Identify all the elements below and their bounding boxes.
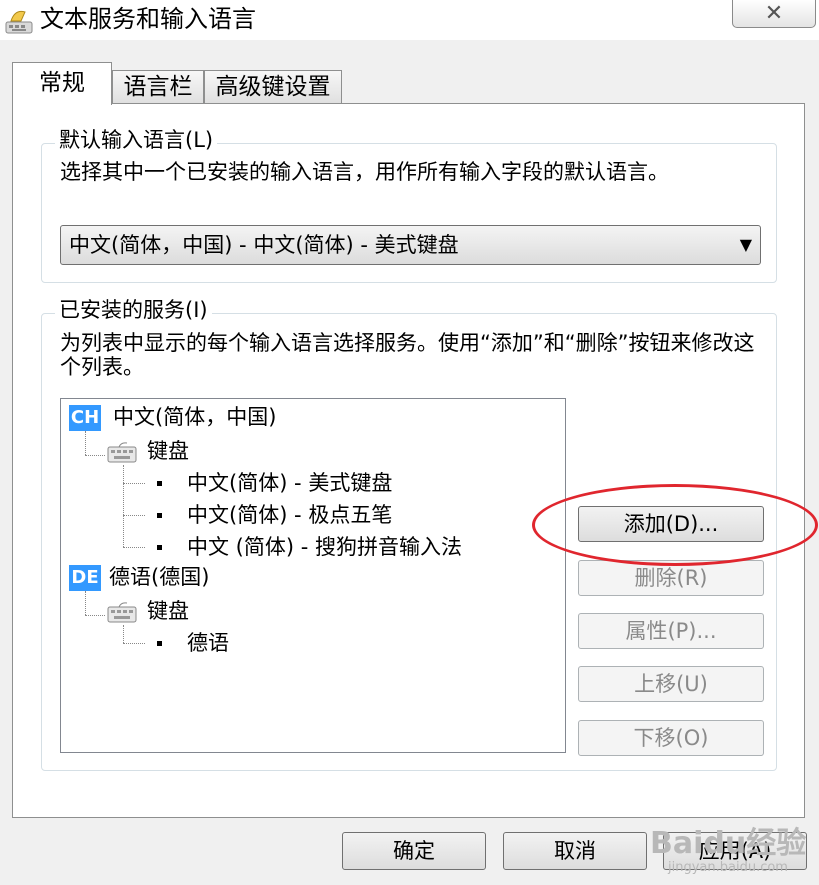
tree-connector bbox=[123, 547, 145, 548]
language-badge-de: DE bbox=[69, 565, 101, 591]
close-button[interactable]: ✕ bbox=[732, 0, 816, 28]
bullet-icon bbox=[157, 481, 162, 486]
default-language-description: 选择其中一个已安装的输入语言，用作所有输入字段的默认语言。 bbox=[60, 160, 669, 184]
ok-button[interactable]: 确定 bbox=[342, 832, 486, 870]
tab-general[interactable]: 常规 bbox=[12, 62, 112, 105]
cancel-button[interactable]: 取消 bbox=[503, 832, 647, 870]
tree-connector bbox=[85, 591, 86, 615]
default-language-select[interactable]: 中文(简体，中国) - 中文(简体) - 美式键盘 ▼ bbox=[60, 225, 761, 265]
tree-item-us-keyboard[interactable]: 中文(简体) - 美式键盘 bbox=[187, 469, 392, 497]
tree-node-chinese[interactable]: 中文(简体，中国) bbox=[113, 403, 276, 431]
tree-item-german[interactable]: 德语 bbox=[187, 629, 229, 657]
bullet-icon bbox=[157, 513, 162, 518]
keyboard-app-icon bbox=[3, 6, 35, 36]
watermark-logo: Baidu经验 bbox=[650, 826, 807, 861]
installed-services-description: 为列表中显示的每个输入语言选择服务。使用“添加”和“删除”按钮来修改这个列表。 bbox=[60, 331, 755, 379]
move-down-button[interactable]: 下移(O) bbox=[578, 720, 764, 756]
dropdown-arrow-icon: ▼ bbox=[739, 235, 752, 254]
tree-connector bbox=[85, 455, 105, 456]
watermark-url: jingyan.baidu.com bbox=[668, 860, 788, 875]
keyboard-icon bbox=[107, 601, 137, 623]
tree-connector bbox=[123, 515, 145, 516]
installed-services-group-title: 已安装的服务(I) bbox=[55, 298, 212, 322]
tree-connector bbox=[123, 483, 145, 484]
language-badge-ch: CH bbox=[69, 405, 101, 431]
move-up-button[interactable]: 上移(U) bbox=[578, 666, 764, 702]
services-tree[interactable]: CH 中文(简体，中国) 键盘 中文(简体) - 美式键盘 中文(简体) - 极… bbox=[60, 398, 566, 753]
properties-button[interactable]: 属性(P)... bbox=[578, 613, 764, 649]
tree-item-jidian-wubi[interactable]: 中文(简体) - 极点五笔 bbox=[187, 501, 392, 529]
keyboard-icon bbox=[107, 441, 137, 463]
window-title: 文本服务和输入语言 bbox=[40, 5, 256, 33]
tree-node-keyboard[interactable]: 键盘 bbox=[147, 597, 189, 625]
tree-connector bbox=[123, 625, 124, 643]
default-language-value: 中文(简体，中国) - 中文(简体) - 美式键盘 bbox=[69, 233, 459, 257]
bullet-icon bbox=[157, 545, 162, 550]
highlight-annotation bbox=[532, 484, 818, 566]
tab-language-bar[interactable]: 语言栏 bbox=[112, 70, 204, 103]
default-language-group-title: 默认输入语言(L) bbox=[55, 128, 218, 152]
tree-connector bbox=[85, 615, 105, 616]
tree-connector bbox=[123, 465, 124, 547]
tree-connector bbox=[85, 431, 86, 455]
close-icon: ✕ bbox=[764, 1, 784, 26]
tree-node-german[interactable]: 德语(德国) bbox=[109, 563, 209, 591]
tab-advanced-key-settings[interactable]: 高级键设置 bbox=[204, 70, 342, 103]
bullet-icon bbox=[157, 641, 162, 646]
tree-node-keyboard[interactable]: 键盘 bbox=[147, 437, 189, 465]
tree-item-sogou-pinyin[interactable]: 中文 (简体) - 搜狗拼音输入法 bbox=[187, 533, 462, 561]
tree-connector bbox=[123, 643, 145, 644]
